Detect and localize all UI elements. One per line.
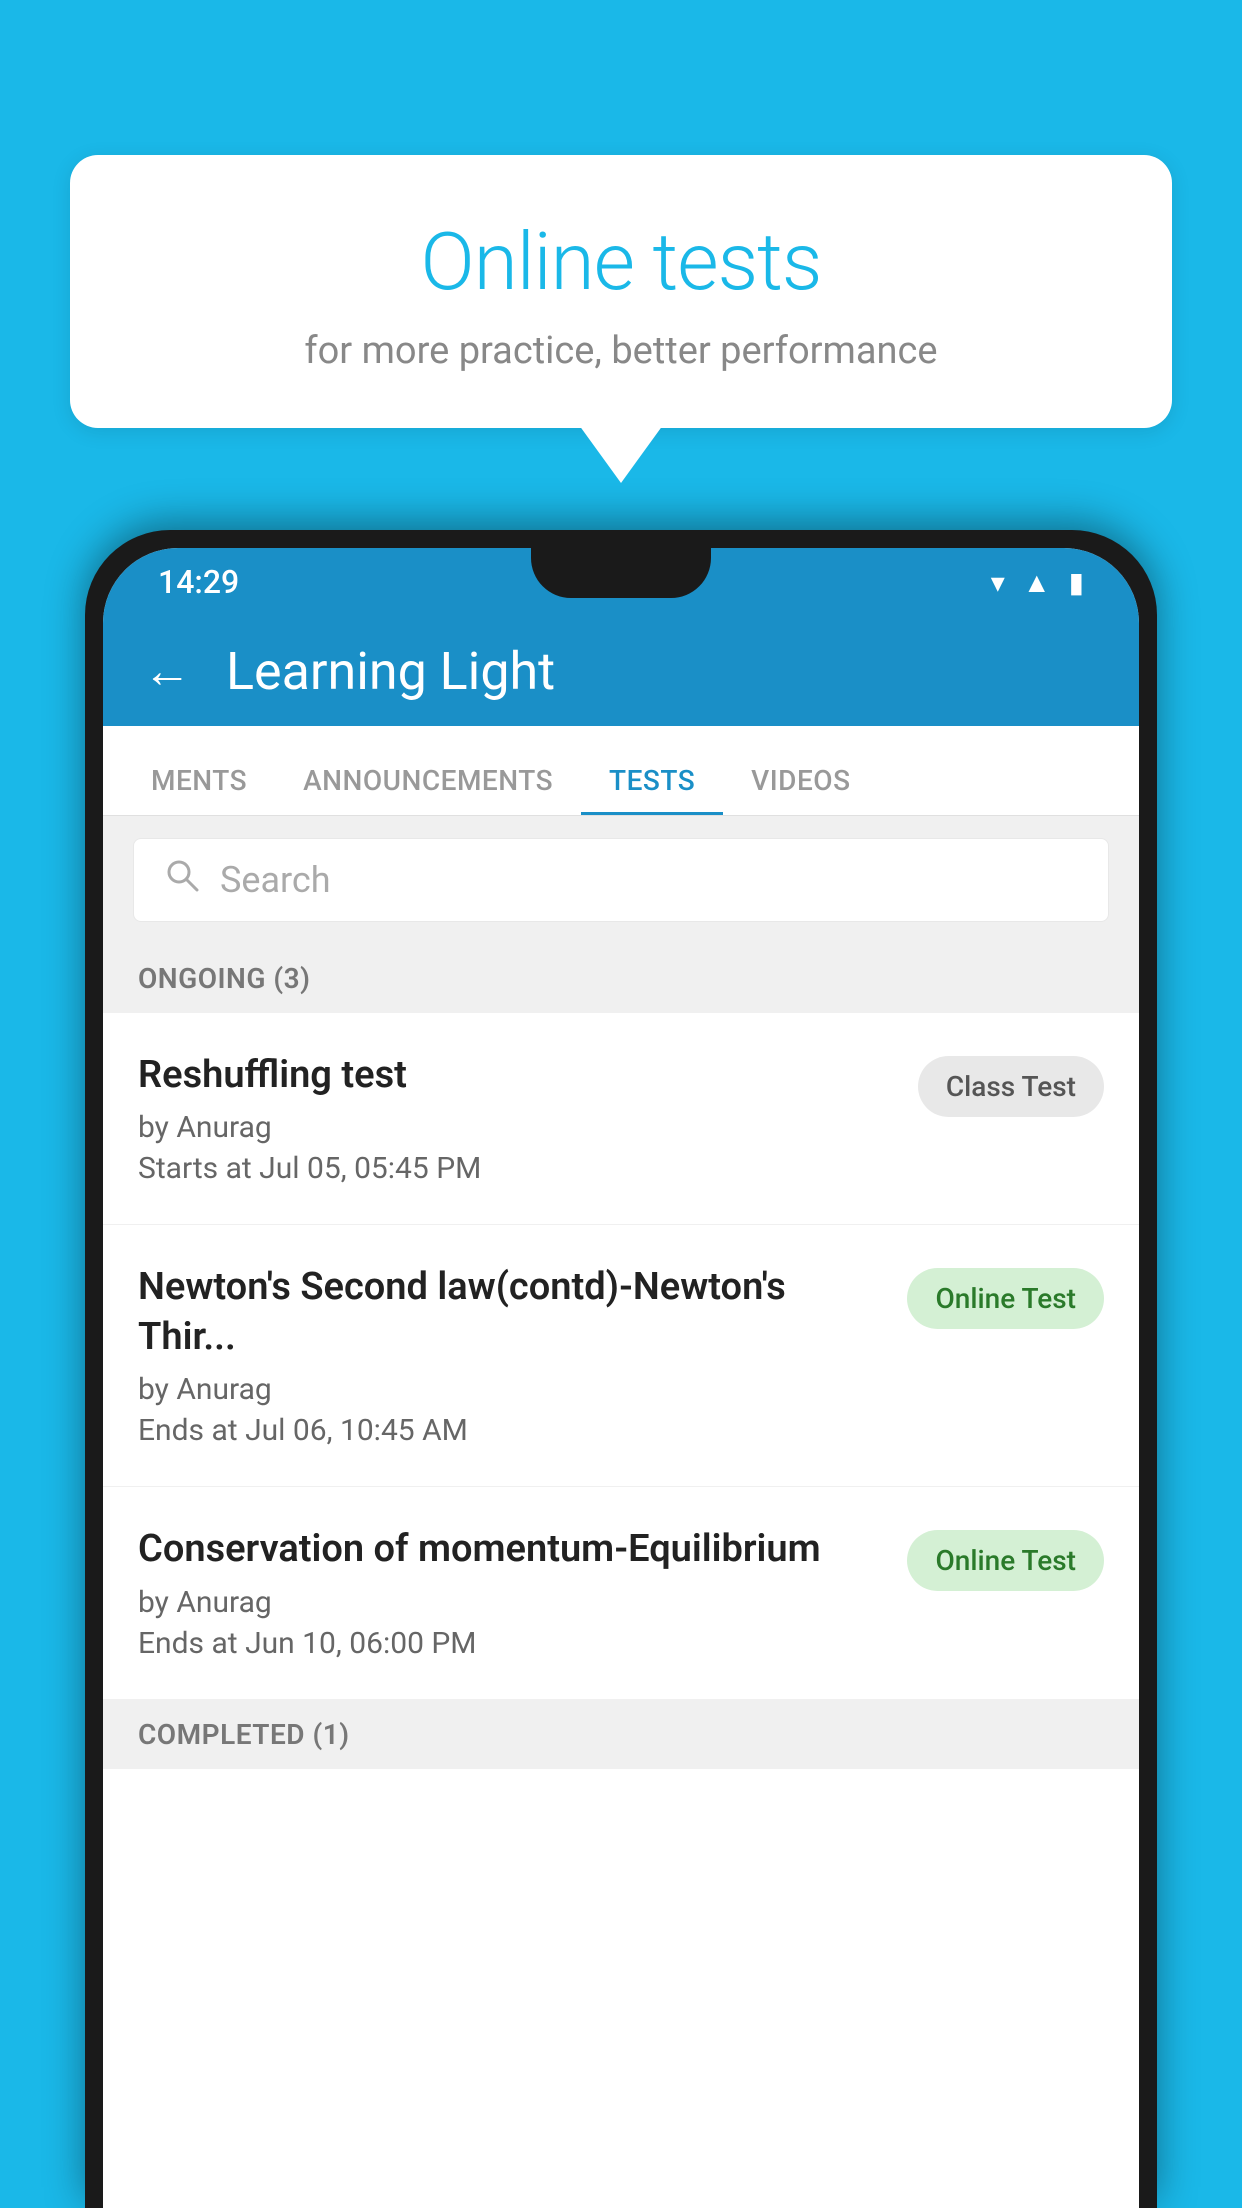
tab-announcements[interactable]: ANNOUNCEMENTS [275, 746, 581, 815]
wifi-icon: ▾ [991, 566, 1005, 599]
search-input[interactable]: Search [220, 859, 331, 901]
test-time: Starts at Jul 05, 05:45 PM [138, 1151, 898, 1186]
test-list: Reshuffling test by Anurag Starts at Jul… [103, 1013, 1139, 1700]
test-name: Conservation of momentum-Equilibrium [138, 1525, 887, 1574]
tab-bar: MENTS ANNOUNCEMENTS TESTS VIDEOS [103, 726, 1139, 816]
status-time: 14:29 [158, 563, 239, 601]
bubble-subtitle: for more practice, better performance [150, 329, 1092, 373]
test-info: Newton's Second law(contd)-Newton's Thir… [138, 1263, 887, 1448]
status-icons: ▾ ▲ ▮ [991, 566, 1084, 599]
search-input-wrapper[interactable]: Search [133, 838, 1109, 922]
tab-tests[interactable]: TESTS [581, 746, 723, 815]
app-header: ← Learning Light [103, 616, 1139, 726]
test-badge: Online Test [907, 1268, 1104, 1329]
test-time: Ends at Jul 06, 10:45 AM [138, 1413, 887, 1448]
test-badge: Class Test [918, 1056, 1104, 1117]
test-author: by Anurag [138, 1372, 887, 1407]
completed-section-header: COMPLETED (1) [103, 1700, 1139, 1769]
search-container: Search [103, 816, 1139, 944]
test-name: Reshuffling test [138, 1051, 898, 1100]
test-time: Ends at Jun 10, 06:00 PM [138, 1626, 887, 1661]
search-icon [164, 857, 200, 903]
test-name: Newton's Second law(contd)-Newton's Thir… [138, 1263, 887, 1362]
speech-bubble: Online tests for more practice, better p… [70, 155, 1172, 428]
back-button[interactable]: ← [143, 647, 191, 695]
test-item[interactable]: Newton's Second law(contd)-Newton's Thir… [103, 1225, 1139, 1487]
phone-outer: 14:29 ▾ ▲ ▮ ← Learning Light MENTS ANNOU… [85, 530, 1157, 2208]
signal-icon: ▲ [1023, 566, 1051, 599]
test-item[interactable]: Conservation of momentum-Equilibrium by … [103, 1487, 1139, 1699]
test-item[interactable]: Reshuffling test by Anurag Starts at Jul… [103, 1013, 1139, 1225]
bubble-title: Online tests [150, 215, 1092, 309]
test-info: Reshuffling test by Anurag Starts at Jul… [138, 1051, 898, 1186]
notch [531, 548, 711, 598]
battery-icon: ▮ [1069, 566, 1084, 599]
speech-bubble-container: Online tests for more practice, better p… [70, 155, 1172, 428]
status-bar: 14:29 ▾ ▲ ▮ [103, 548, 1139, 616]
tab-videos[interactable]: VIDEOS [723, 746, 878, 815]
test-author: by Anurag [138, 1585, 887, 1620]
app-title: Learning Light [226, 641, 555, 702]
test-info: Conservation of momentum-Equilibrium by … [138, 1525, 887, 1660]
phone-frame: 14:29 ▾ ▲ ▮ ← Learning Light MENTS ANNOU… [85, 530, 1157, 2208]
test-badge: Online Test [907, 1530, 1104, 1591]
phone-inner: 14:29 ▾ ▲ ▮ ← Learning Light MENTS ANNOU… [103, 548, 1139, 2208]
tab-ments[interactable]: MENTS [123, 746, 275, 815]
test-author: by Anurag [138, 1110, 898, 1145]
ongoing-section-header: ONGOING (3) [103, 944, 1139, 1013]
